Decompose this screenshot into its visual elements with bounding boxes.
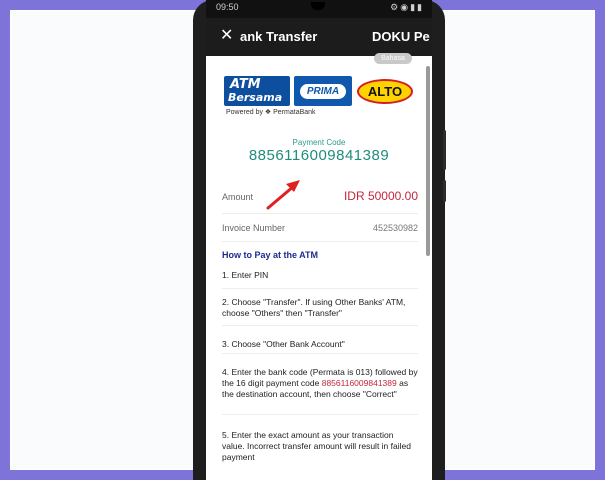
amount-row: Amount IDR 50000.00: [222, 186, 418, 214]
atm-bersama-logo-line1: ATM: [230, 77, 261, 92]
phone-screen: 09:50 ⚙◉▮▮ ✕ ank Transfer DOKU Pe Bahasa…: [206, 0, 432, 480]
alto-logo-text: ALTO: [357, 79, 413, 104]
status-bar: 09:50 ⚙◉▮▮: [206, 0, 432, 18]
prima-logo: PRIMA: [294, 76, 352, 106]
status-time: 09:50: [216, 2, 239, 12]
payment-code-label: Payment Code: [292, 138, 346, 147]
merchant-name: DOKU Pe: [372, 29, 430, 44]
status-icons: ⚙◉▮▮: [390, 2, 424, 12]
prima-logo-text: PRIMA: [300, 84, 346, 99]
instruction-step-1: 1. Enter PIN: [222, 270, 418, 289]
app-bar: ✕ ank Transfer DOKU Pe: [206, 18, 432, 56]
instruction-step-4-code: 8856116009841389: [321, 378, 397, 388]
invoice-label: Invoice Number: [222, 223, 286, 233]
instruction-step-4: 4. Enter the bank code (Permata is 013) …: [222, 367, 418, 415]
phone-volume-button: [443, 130, 446, 170]
instruction-step-2: 2. Choose "Transfer". If using Other Ban…: [222, 297, 418, 326]
close-icon[interactable]: ✕: [220, 27, 233, 45]
alto-logo: ALTO: [356, 76, 414, 106]
instruction-step-3: 3. Choose "Other Bank Account": [222, 339, 418, 354]
scrollbar[interactable]: [426, 66, 430, 256]
camera-notch: [311, 2, 325, 10]
instruction-step-5: 5. Enter the exact amount as your transa…: [222, 430, 411, 462]
atm-bersama-logo-line2: Bersama: [228, 91, 283, 104]
payment-code[interactable]: 8856116009841389: [206, 147, 432, 164]
amount-value: IDR 50000.00: [343, 189, 418, 203]
phone-power-button: [443, 180, 446, 202]
page-title: ank Transfer: [240, 29, 318, 44]
invoice-value: 452530982: [372, 223, 418, 233]
atm-bersama-logo: ATM Bersama: [224, 76, 290, 106]
invoice-row: Invoice Number 452530982: [222, 217, 418, 242]
amount-label: Amount: [222, 192, 254, 202]
powered-by-label: Powered by ❖ PermataBank: [226, 109, 316, 116]
language-toggle[interactable]: Bahasa: [374, 53, 412, 64]
howto-title: How to Pay at the ATM: [222, 250, 319, 260]
